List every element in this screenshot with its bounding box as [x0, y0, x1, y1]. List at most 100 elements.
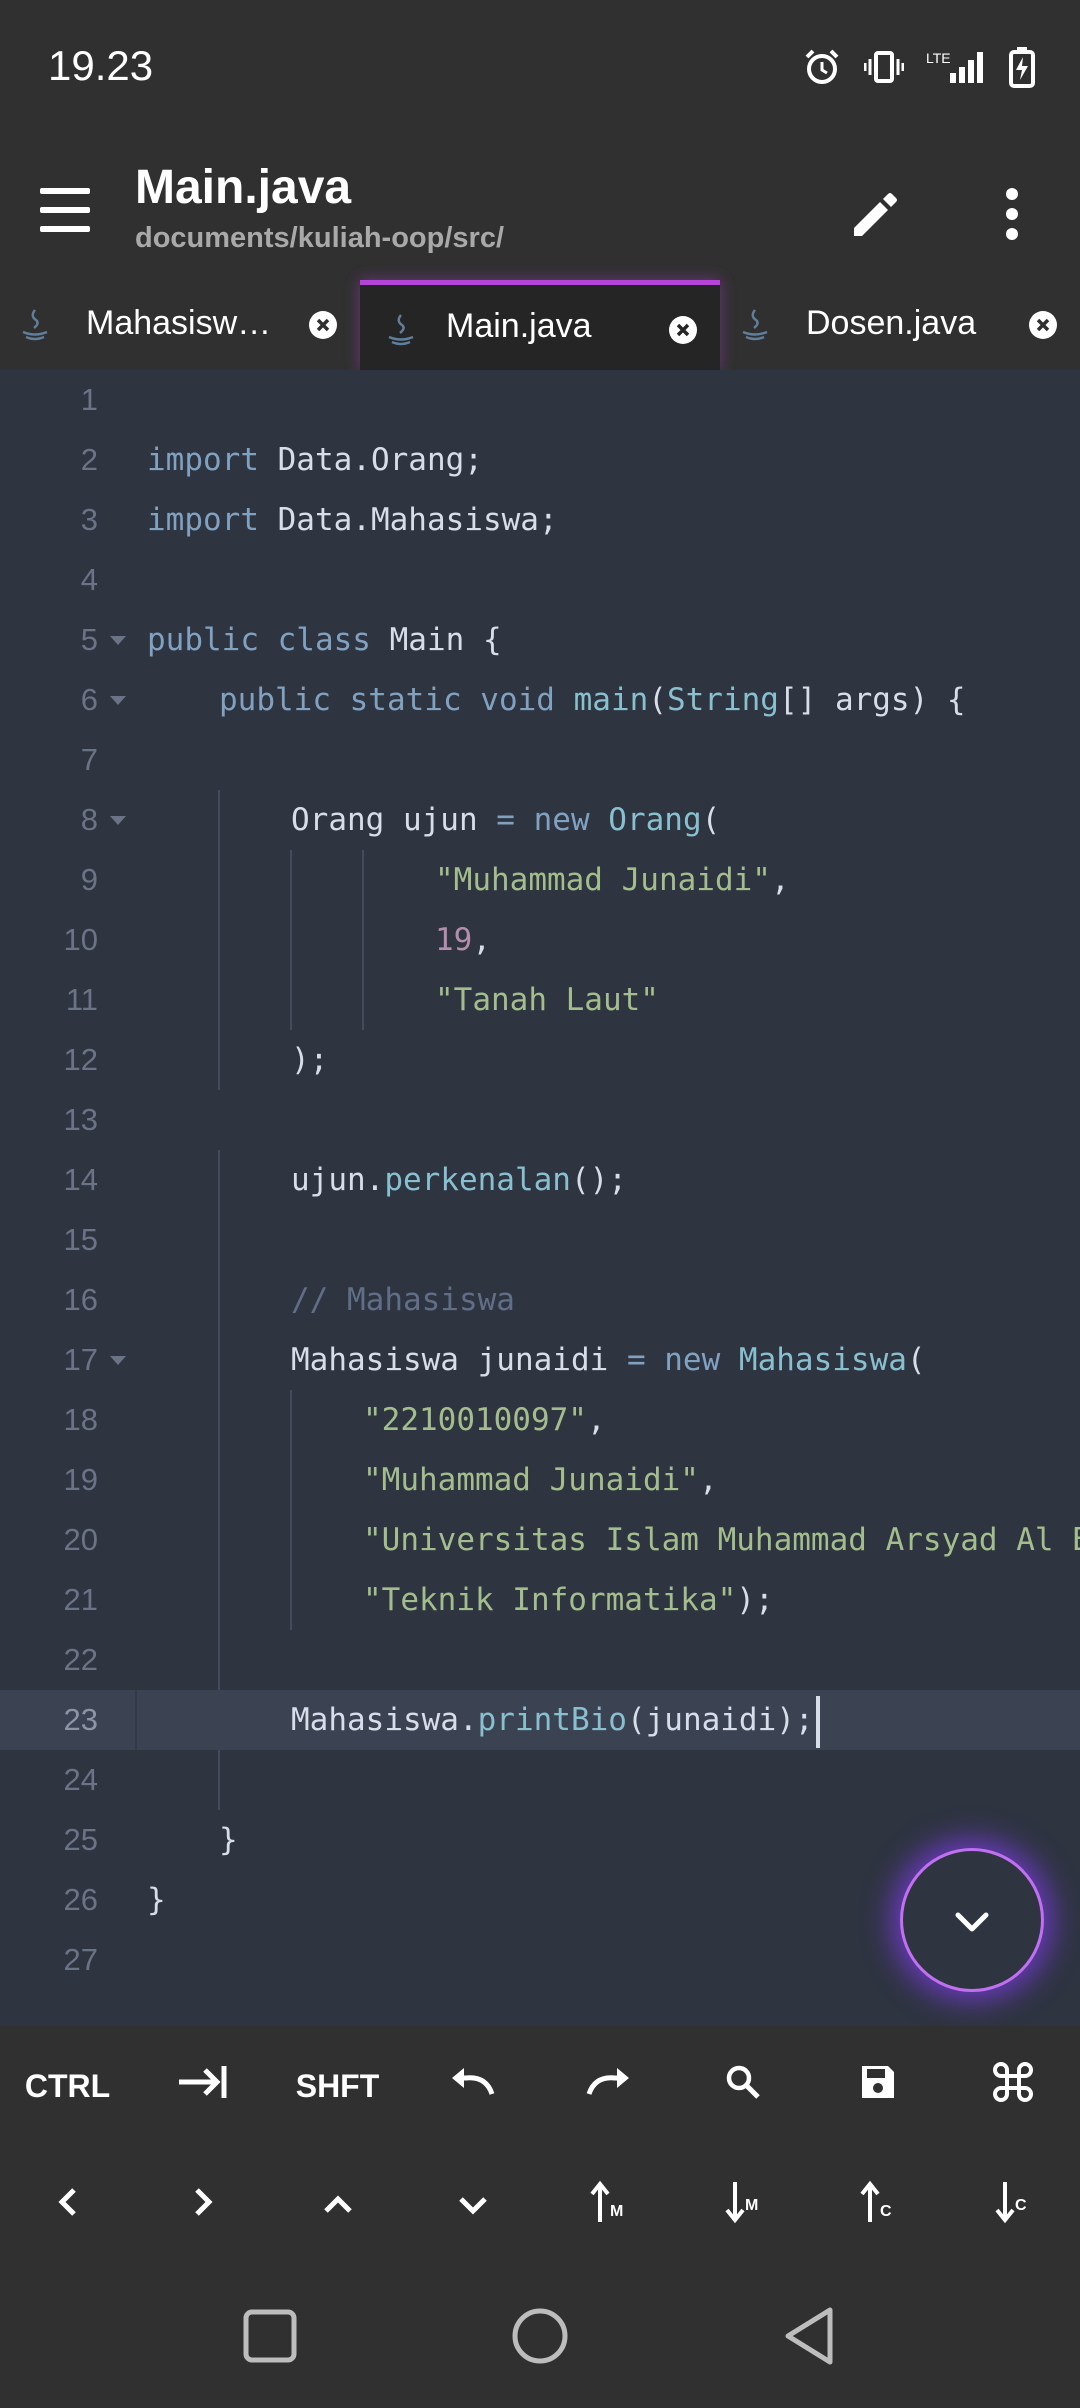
chevron-up-icon	[322, 2188, 354, 2225]
copy-line-label: C	[880, 2203, 892, 2220]
file-title: Main.java	[135, 161, 352, 214]
line-number: 6	[80, 682, 98, 717]
search-key[interactable]	[675, 2026, 810, 2146]
line-number: 25	[63, 1822, 98, 1857]
copy-line-up-icon: C	[858, 2180, 898, 2232]
redo-icon	[583, 2064, 633, 2108]
line-number: 22	[63, 1642, 98, 1677]
code-text: Mahasiswa.printBio(junaidi);	[291, 1690, 820, 1750]
square-icon	[240, 2309, 300, 2370]
code-text: public static void main(String[] args) {	[219, 682, 966, 718]
arrow-left-key[interactable]	[0, 2146, 135, 2266]
more-options-icon[interactable]	[1000, 186, 1024, 242]
tab-label: Main.java	[446, 307, 592, 345]
code-line: 3 import Data.Mahasiswa;	[0, 490, 1080, 550]
code-editor[interactable]: 1 2 import Data.Orang; 3 import Data.Mahas…	[0, 370, 1080, 2026]
code-line: 20 "Universitas Islam Muhammad Arsyad Al …	[0, 1510, 1080, 1570]
copy-line-down-icon: C	[993, 2180, 1033, 2232]
code-line: 16 // Mahasiswa	[0, 1270, 1080, 1330]
back-button[interactable]	[780, 2306, 840, 2366]
arrow-right-key[interactable]	[135, 2146, 270, 2266]
edit-pencil-icon[interactable]	[848, 186, 904, 242]
line-number: 16	[63, 1282, 98, 1317]
search-icon	[724, 2063, 762, 2109]
code-text: "2210010097",	[363, 1402, 606, 1438]
signal-icon: LTE	[926, 47, 986, 87]
code-line: 8 Orang ujun = new Orang(	[0, 790, 1080, 850]
code-line: 12);	[0, 1030, 1080, 1090]
line-number: 9	[80, 862, 98, 897]
home-button[interactable]	[510, 2306, 570, 2366]
menu-icon[interactable]	[40, 188, 92, 232]
fold-arrow-icon[interactable]	[110, 636, 126, 645]
code-line: 5 public class Main {	[0, 610, 1080, 670]
code-text: ujun.perkenalan();	[291, 1162, 627, 1198]
line-number: 13	[63, 1102, 98, 1137]
line-number: 10	[63, 922, 98, 957]
vibrate-icon	[864, 47, 904, 87]
recent-apps-button[interactable]	[240, 2306, 300, 2366]
scroll-down-button[interactable]	[900, 1848, 1044, 1992]
line-number: 14	[63, 1162, 98, 1197]
code-line: 11 "Tanah Laut"	[0, 970, 1080, 1030]
tab-main[interactable]: Main.java	[360, 280, 720, 370]
fold-arrow-icon[interactable]	[110, 816, 126, 825]
java-file-icon	[740, 308, 770, 347]
code-text: "Universitas Islam Muhammad Arsyad Al Ba…	[363, 1522, 1080, 1558]
line-number: 11	[65, 982, 98, 1017]
close-tab-icon[interactable]	[308, 310, 338, 345]
move-line-up-key[interactable]: M	[540, 2146, 675, 2266]
circle-icon	[510, 2308, 570, 2370]
line-number: 17	[63, 1342, 98, 1377]
arrow-down-key[interactable]	[405, 2146, 540, 2266]
current-code-line: 23 Mahasiswa.printBio(junaidi);	[0, 1690, 1080, 1750]
code-line: 10 19,	[0, 910, 1080, 970]
tab-label: Mahasiswa…	[86, 304, 286, 342]
copy-line-up-key[interactable]: C	[810, 2146, 945, 2266]
move-line-down-icon: M	[723, 2180, 763, 2232]
line-number: 8	[80, 802, 98, 837]
tab-mahasiswa[interactable]: Mahasiswa…	[0, 280, 360, 370]
close-tab-icon[interactable]	[1028, 310, 1058, 345]
chevron-left-icon	[56, 2186, 80, 2226]
line-number: 15	[63, 1222, 98, 1257]
java-file-icon	[20, 308, 50, 347]
command-key[interactable]	[945, 2026, 1080, 2146]
code-line: 7	[0, 730, 1080, 790]
chevron-right-icon	[191, 2186, 215, 2226]
line-number: 1	[80, 382, 98, 417]
tab-label: Dosen.java	[806, 304, 977, 342]
code-line: 14 ujun.perkenalan();	[0, 1150, 1080, 1210]
line-number: 2	[80, 442, 98, 477]
redo-key[interactable]	[540, 2026, 675, 2146]
code-text: // Mahasiswa	[291, 1282, 515, 1318]
close-tab-icon[interactable]	[668, 315, 698, 350]
code-text: "Muhammad Junaidi",	[363, 1462, 718, 1498]
undo-icon	[448, 2064, 498, 2108]
arrow-up-key[interactable]	[270, 2146, 405, 2266]
line-number: 27	[63, 1942, 98, 1977]
code-line: 21 "Teknik Informatika");	[0, 1570, 1080, 1630]
copy-line-label: C	[1015, 2197, 1027, 2214]
code-line: 24	[0, 1750, 1080, 1810]
move-line-label: M	[610, 2203, 623, 2220]
code-line: 9 "Muhammad Junaidi",	[0, 850, 1080, 910]
tab-key[interactable]	[135, 2026, 270, 2146]
line-number: 20	[63, 1522, 98, 1557]
shift-key[interactable]: SHFT	[270, 2026, 405, 2146]
ctrl-key[interactable]: CTRL	[0, 2026, 135, 2146]
fold-arrow-icon[interactable]	[110, 696, 126, 705]
fold-arrow-icon[interactable]	[110, 1356, 126, 1365]
line-number: 21	[63, 1582, 98, 1617]
tab-dosen[interactable]: Dosen.java	[720, 280, 1080, 370]
java-file-icon	[386, 313, 416, 352]
line-number: 24	[63, 1762, 98, 1797]
move-line-down-key[interactable]: M	[675, 2146, 810, 2266]
save-key[interactable]	[810, 2026, 945, 2146]
copy-line-down-key[interactable]: C	[945, 2146, 1080, 2266]
move-line-up-icon: M	[588, 2180, 628, 2232]
triangle-back-icon	[780, 2307, 840, 2370]
line-number: 19	[63, 1462, 98, 1497]
code-line: 13	[0, 1090, 1080, 1150]
undo-key[interactable]	[405, 2026, 540, 2146]
